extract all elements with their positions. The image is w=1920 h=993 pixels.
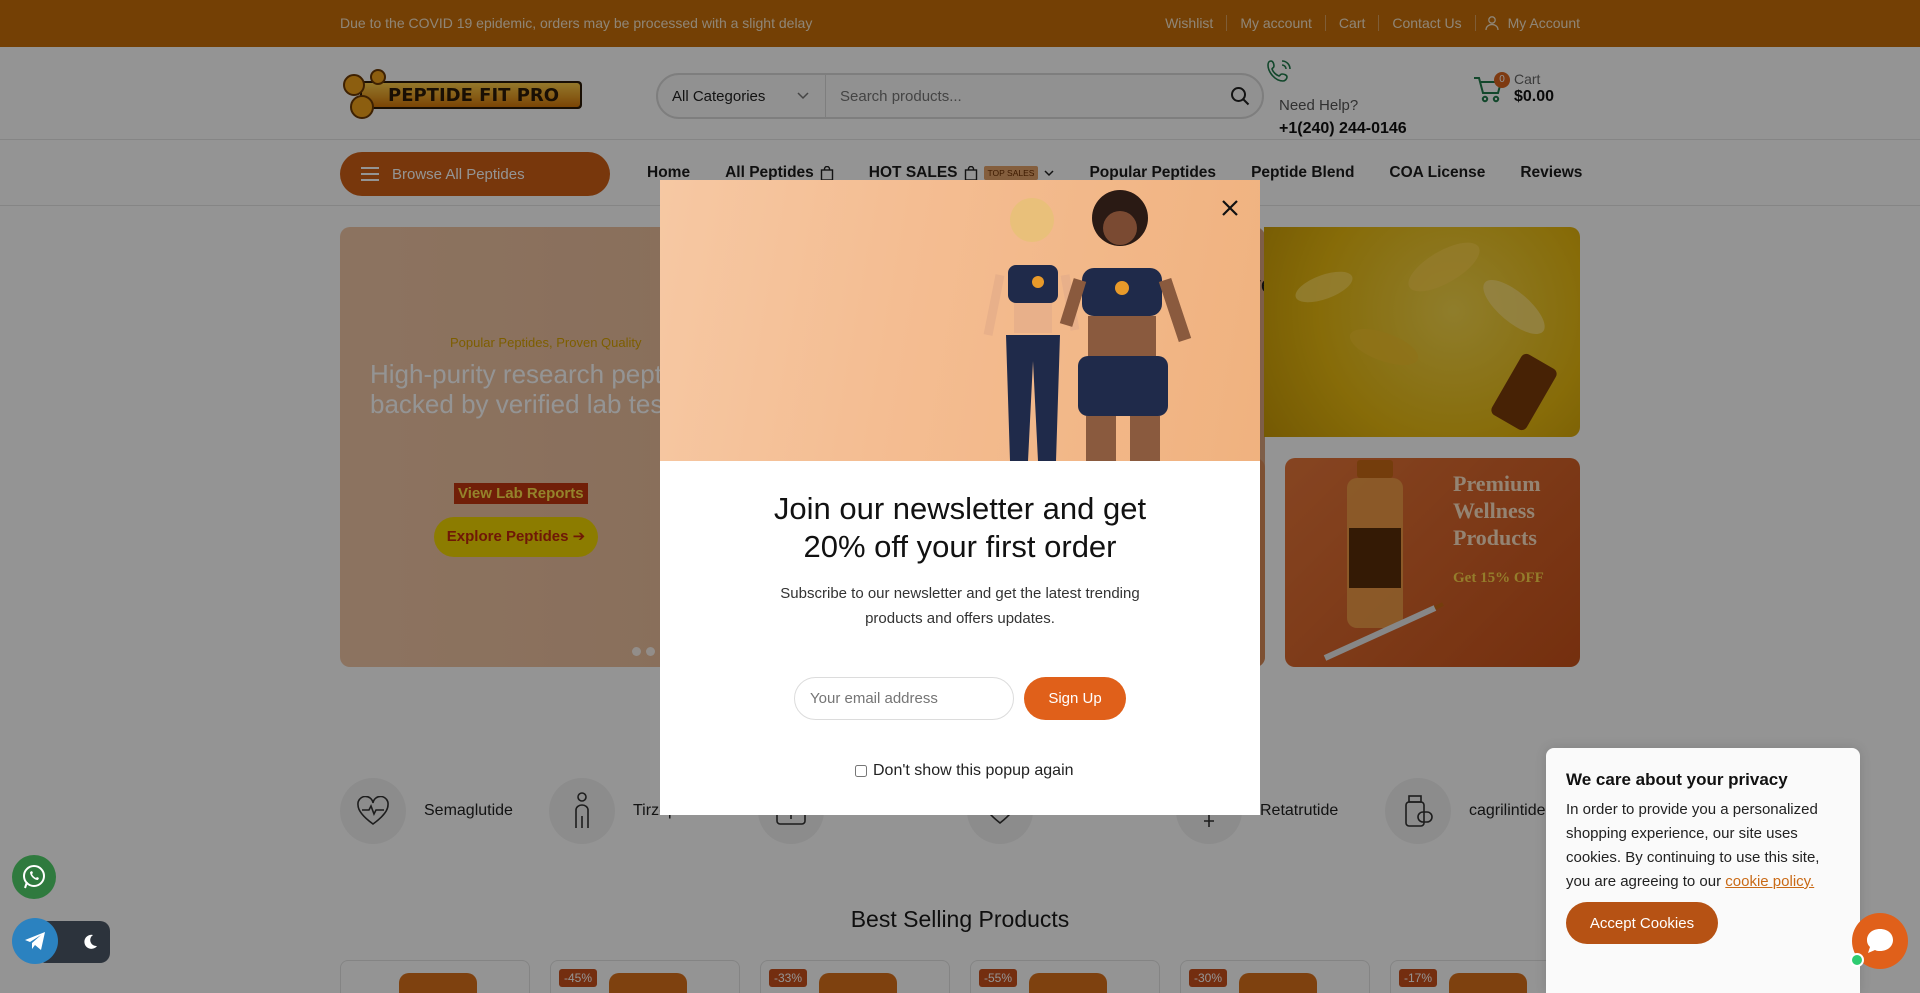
whatsapp-button[interactable] <box>12 855 56 899</box>
telegram-icon <box>25 932 45 950</box>
popup-hero-image <box>660 180 1260 461</box>
cookie-policy-link[interactable]: cookie policy. <box>1725 873 1814 890</box>
popup-subtitle: Subscribe to our newsletter and get the … <box>780 585 1140 627</box>
dont-show-label: Don't show this popup again <box>873 762 1074 779</box>
sign-up-button[interactable]: Sign Up <box>1024 677 1126 720</box>
email-field[interactable] <box>794 677 1014 720</box>
cookie-banner: We care about your privacy In order to p… <box>1546 748 1860 993</box>
moon-icon <box>84 934 97 949</box>
dont-show-checkbox[interactable] <box>855 765 867 777</box>
models-illustration <box>983 190 1192 461</box>
popup-title-line2: 20% off your first order <box>803 529 1117 564</box>
cookie-title: We care about your privacy <box>1566 770 1788 789</box>
popup-title: Join our newsletter and get 20% off your… <box>660 490 1260 566</box>
popup-title-line1: Join our newsletter and get <box>773 491 1147 526</box>
chat-bubble-icon <box>1867 929 1893 953</box>
newsletter-popup: Join our newsletter and get 20% off your… <box>660 180 1260 815</box>
dont-show-again[interactable]: Don't show this popup again <box>855 762 1074 780</box>
chat-button[interactable] <box>1850 913 1908 969</box>
cookie-text: In order to provide you a personalized s… <box>1566 798 1840 894</box>
whatsapp-icon <box>23 865 45 889</box>
close-icon[interactable] <box>1216 194 1244 222</box>
online-indicator <box>1850 953 1864 967</box>
telegram-button[interactable] <box>12 918 58 964</box>
accept-cookies-button[interactable]: Accept Cookies <box>1566 902 1718 944</box>
